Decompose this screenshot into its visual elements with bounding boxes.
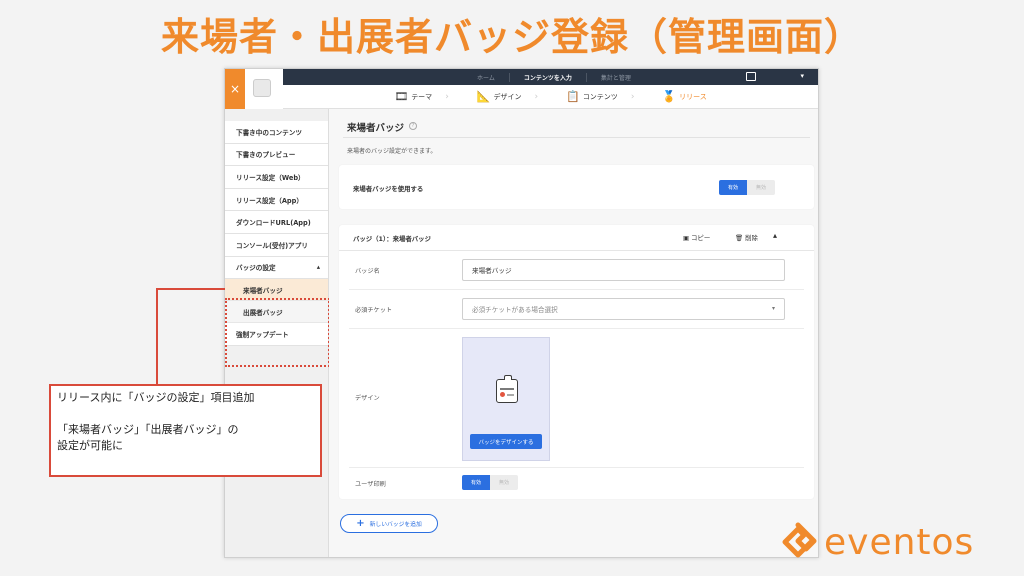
top-nav-content-input[interactable]: コンテンツを入力 bbox=[508, 72, 586, 82]
trash-icon: 🗑 bbox=[735, 233, 744, 242]
top-navigation-bar: ホーム コンテンツを入力 集計と管理 ▾ bbox=[283, 69, 818, 85]
page-description: 来場者のバッジ設定ができます。 bbox=[347, 148, 437, 155]
step-release[interactable]: 🏅 リリース bbox=[662, 90, 706, 103]
sidebar: 下書き中のコンテンツ 下書きのプレビュー リリース設定（Web） リリース設定（… bbox=[225, 109, 330, 557]
add-badge-button[interactable]: + 新しいバッジを追加 bbox=[340, 514, 438, 533]
use-badge-label: 来場者バッジを使用する bbox=[353, 185, 424, 193]
badge-card-title: バッジ（1）：来場者バッジ bbox=[353, 235, 431, 243]
callout-box: リリース内に「バッジの設定」項目追加 「来場者バッジ」「出展者バッジ」の 設定が… bbox=[49, 384, 322, 477]
app-logo-icon bbox=[253, 79, 271, 97]
callout-text: 設定が可能に bbox=[57, 439, 123, 452]
toggle-on-option[interactable]: 有効 bbox=[719, 180, 747, 195]
callout-text: リリース内に「バッジの設定」項目追加 bbox=[57, 391, 255, 404]
copy-button[interactable]: ▣ コピー bbox=[683, 233, 710, 243]
theme-icon: 🎞 bbox=[394, 90, 409, 103]
collapse-chevron-icon[interactable]: ▴ bbox=[773, 231, 777, 240]
release-icon: 🏅 bbox=[662, 90, 677, 103]
toggle-off-option[interactable]: 無効 bbox=[490, 475, 518, 490]
divider bbox=[349, 289, 804, 290]
callout-connector bbox=[156, 288, 158, 384]
use-badge-card: 来場者バッジを使用する 有効 無効 bbox=[339, 165, 814, 209]
sidebar-item-release-app[interactable]: リリース設定（App） bbox=[225, 188, 328, 212]
slide-title: 来場者・出展者バッジ登録（管理画面） bbox=[160, 15, 863, 59]
step-content[interactable]: 📋 コンテンツ › bbox=[566, 90, 634, 103]
top-nav: ホーム コンテンツを入力 集計と管理 bbox=[463, 69, 645, 85]
copy-icon: ▣ bbox=[683, 233, 690, 242]
sidebar-item-download-url[interactable]: ダウンロードURL(App) bbox=[225, 211, 328, 234]
page-title: 来場者バッジ bbox=[347, 123, 405, 134]
close-button[interactable]: × bbox=[225, 69, 245, 109]
eventos-logo-icon bbox=[782, 522, 817, 558]
chevron-right-icon: › bbox=[630, 91, 635, 102]
main-content: 来場者バッジ ? 来場者のバッジ設定ができます。 来場者バッジを使用する 有効 … bbox=[329, 109, 818, 557]
delete-button[interactable]: 🗑 削除 bbox=[735, 233, 758, 243]
badge-name-label: バッジ名 bbox=[355, 268, 380, 275]
user-print-label: ユーザ印刷 bbox=[355, 481, 386, 488]
design-label: デザイン bbox=[355, 395, 380, 402]
user-print-toggle[interactable]: 有効 無効 bbox=[462, 475, 518, 490]
sidebar-item-release-web[interactable]: リリース設定（Web） bbox=[225, 166, 328, 189]
admin-window: × ホーム コンテンツを入力 集計と管理 ▾ 🎞 テーマ › 📐 デザイン › … bbox=[224, 68, 819, 558]
badge-design-preview: バッジをデザインする bbox=[462, 337, 550, 461]
toggle-off-option[interactable]: 無効 bbox=[747, 180, 775, 195]
required-ticket-label: 必須チケット bbox=[355, 307, 393, 314]
design-icon: 📐 bbox=[476, 90, 491, 103]
divider bbox=[343, 137, 810, 138]
badge-card-header: バッジ（1）：来場者バッジ ▣ コピー 🗑 削除 ▴ bbox=[339, 225, 814, 251]
top-nav-analytics[interactable]: 集計と管理 bbox=[585, 72, 645, 82]
monitor-icon[interactable] bbox=[746, 72, 756, 81]
sidebar-group-badge-settings[interactable]: バッジの設定 ▴ bbox=[225, 256, 328, 280]
design-badge-button[interactable]: バッジをデザインする bbox=[470, 434, 542, 449]
required-ticket-select[interactable]: 必須チケットがある場合選択 ▾ bbox=[462, 298, 785, 320]
chevron-right-icon: › bbox=[445, 91, 449, 102]
badge-icon bbox=[496, 375, 518, 403]
callout-connector bbox=[156, 288, 225, 290]
help-icon[interactable]: ? bbox=[409, 122, 417, 130]
chevron-right-icon: › bbox=[534, 91, 539, 102]
chevron-down-icon: ▾ bbox=[771, 305, 775, 312]
step-design[interactable]: 📐 デザイン › bbox=[477, 90, 538, 103]
divider bbox=[349, 328, 804, 329]
toggle-on-option[interactable]: 有効 bbox=[462, 475, 490, 490]
plus-icon: + bbox=[356, 518, 365, 529]
badge-card: バッジ（1）：来場者バッジ ▣ コピー 🗑 削除 ▴ バッジ名 来場者バッジ 必… bbox=[339, 225, 814, 499]
callout-text: 「来場者バッジ」「出展者バッジ」の bbox=[57, 423, 239, 436]
content-icon: 📋 bbox=[566, 90, 580, 103]
highlight-dashed-box bbox=[225, 298, 330, 367]
sidebar-item-draft-content[interactable]: 下書き中のコンテンツ bbox=[225, 121, 328, 144]
top-nav-home[interactable]: ホーム bbox=[463, 73, 509, 82]
account-dropdown-icon[interactable]: ▾ bbox=[800, 72, 804, 80]
sidebar-item-console-app[interactable]: コンソール(受付)アプリ bbox=[225, 233, 328, 257]
sidebar-item-draft-preview[interactable]: 下書きのプレビュー bbox=[225, 143, 328, 167]
divider bbox=[349, 467, 804, 468]
use-badge-toggle[interactable]: 有効 無効 bbox=[719, 180, 775, 195]
chevron-up-icon: ▴ bbox=[316, 263, 320, 272]
eventos-logo: eventos bbox=[778, 520, 1000, 564]
badge-name-input[interactable]: 来場者バッジ bbox=[462, 259, 785, 281]
workflow-steps: 🎞 テーマ › 📐 デザイン › 📋 コンテンツ › 🏅 リリース bbox=[283, 85, 818, 109]
step-theme[interactable]: 🎞 テーマ › bbox=[394, 90, 449, 103]
